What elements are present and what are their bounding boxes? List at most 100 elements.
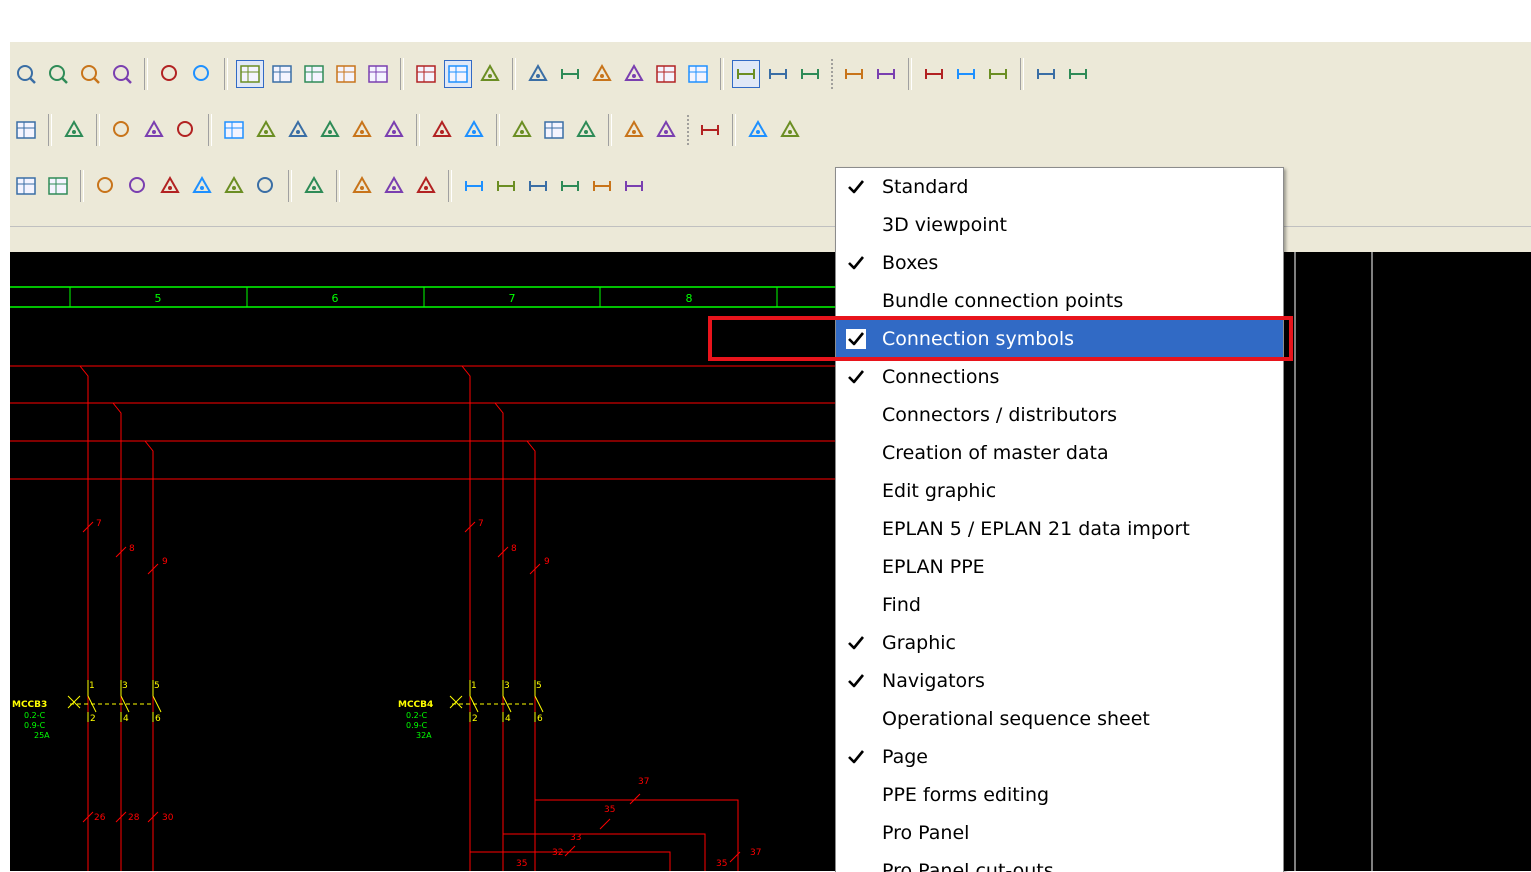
menu-item-edit-graphic[interactable]: Edit graphic xyxy=(836,472,1283,510)
panel-button[interactable] xyxy=(540,116,568,144)
dim-baseline-button[interactable] xyxy=(556,172,584,200)
ellipse-button[interactable] xyxy=(124,172,152,200)
plc-button[interactable] xyxy=(108,116,136,144)
wire-t-button[interactable] xyxy=(920,60,948,88)
grid-e-button[interactable] xyxy=(364,60,392,88)
potential-button[interactable] xyxy=(348,116,376,144)
fill-button[interactable] xyxy=(620,116,648,144)
menu-item-boxes[interactable]: Boxes xyxy=(836,244,1283,282)
grid-d-button[interactable] xyxy=(332,60,360,88)
menu-item-page[interactable]: Page xyxy=(836,738,1283,776)
cart-icon xyxy=(748,119,768,137)
grid-a-button[interactable] xyxy=(236,60,264,88)
menu-item-navigators[interactable]: Navigators xyxy=(836,662,1283,700)
menu-item-connections[interactable]: Connections xyxy=(836,358,1283,396)
dim-linear-button[interactable] xyxy=(460,172,488,200)
arc-button[interactable] xyxy=(156,172,184,200)
wire-angle-button[interactable] xyxy=(952,60,980,88)
pie-button[interactable] xyxy=(220,172,248,200)
field-button[interactable] xyxy=(652,60,680,88)
hatch-button[interactable] xyxy=(572,116,600,144)
tree-button[interactable] xyxy=(588,60,616,88)
move-button[interactable] xyxy=(652,116,680,144)
dim-angle-button[interactable] xyxy=(620,172,648,200)
snap-point-button[interactable] xyxy=(476,60,504,88)
polyline-button[interactable] xyxy=(300,172,328,200)
go-back-icon xyxy=(161,65,177,81)
rectangle-button[interactable] xyxy=(12,172,40,200)
text-button[interactable] xyxy=(348,172,376,200)
wire-button[interactable] xyxy=(840,60,868,88)
cable-button[interactable] xyxy=(284,116,312,144)
menu-item-connectors-distributors[interactable]: Connectors / distributors xyxy=(836,396,1283,434)
input-field-button[interactable] xyxy=(684,60,712,88)
grid-c-button[interactable] xyxy=(300,60,328,88)
snap-grid-button[interactable] xyxy=(444,60,472,88)
arrow-button[interactable] xyxy=(380,116,408,144)
coil-button[interactable] xyxy=(172,116,200,144)
pen-button[interactable] xyxy=(412,172,440,200)
menu-item-graphic[interactable]: Graphic xyxy=(836,624,1283,662)
menu-item-pro-panel-cut-outs[interactable]: Pro Panel cut-outs xyxy=(836,852,1283,872)
lines-button[interactable] xyxy=(732,60,760,88)
dim-aligned-button[interactable] xyxy=(492,172,520,200)
eye-button[interactable] xyxy=(252,172,280,200)
menu-item-operational-sequence-sheet[interactable]: Operational sequence sheet xyxy=(836,700,1283,738)
menu-item-eplan-ppe[interactable]: EPLAN PPE xyxy=(836,548,1283,586)
feeder-left xyxy=(79,365,159,871)
menu-item-standard[interactable]: Standard xyxy=(836,168,1283,206)
bus-button[interactable] xyxy=(428,116,456,144)
grid-show-button[interactable] xyxy=(412,60,440,88)
menu-item-3d-viewpoint[interactable]: 3D viewpoint xyxy=(836,206,1283,244)
menu-item-label: Boxes xyxy=(882,252,939,274)
number-button[interactable] xyxy=(620,60,648,88)
connector-button[interactable] xyxy=(252,116,280,144)
device-button[interactable] xyxy=(60,116,88,144)
dimension-button[interactable] xyxy=(696,116,724,144)
go-forward-button[interactable] xyxy=(188,60,216,88)
macro-button[interactable] xyxy=(12,116,40,144)
breaker-left xyxy=(67,680,162,722)
menu-item-ppe-forms-editing[interactable]: PPE forms editing xyxy=(836,776,1283,814)
zoom-window-button[interactable] xyxy=(12,60,40,88)
wire-break-button[interactable] xyxy=(1064,60,1092,88)
zoom-100-button[interactable] xyxy=(108,60,136,88)
menu-item-connection-symbols[interactable]: Connection symbols xyxy=(836,320,1283,358)
number-icon xyxy=(624,63,644,81)
socket-button[interactable] xyxy=(508,116,536,144)
box-icon xyxy=(48,177,68,195)
toolbar-grip[interactable] xyxy=(686,114,690,146)
wire-node-button[interactable] xyxy=(984,60,1012,88)
dim-chain-button[interactable] xyxy=(524,172,552,200)
circle-button[interactable] xyxy=(92,172,120,200)
box-button[interactable] xyxy=(44,172,72,200)
curve-button[interactable] xyxy=(188,172,216,200)
cart-button[interactable] xyxy=(744,116,772,144)
toolbar-grip[interactable] xyxy=(830,58,834,90)
menu-item-bundle-connection-points[interactable]: Bundle connection points xyxy=(836,282,1283,320)
checkmark-icon xyxy=(845,632,867,654)
lines-2-button[interactable] xyxy=(764,60,792,88)
shield-button[interactable] xyxy=(316,116,344,144)
contact-button[interactable] xyxy=(140,116,168,144)
menu-item-creation-of-master-data[interactable]: Creation of master data xyxy=(836,434,1283,472)
go-back-button[interactable] xyxy=(156,60,184,88)
menu-item-eplan-5-eplan-21-data-import[interactable]: EPLAN 5 / EPLAN 21 data import xyxy=(836,510,1283,548)
menu-item-label: Find xyxy=(882,594,921,616)
zoom-out-button[interactable] xyxy=(76,60,104,88)
terminal-button[interactable] xyxy=(220,116,248,144)
dim-increment-button[interactable] xyxy=(588,172,616,200)
zoom-in-button[interactable] xyxy=(44,60,72,88)
image-button[interactable] xyxy=(380,172,408,200)
wire-cross-button[interactable] xyxy=(872,60,900,88)
menu-item-find[interactable]: Find xyxy=(836,586,1283,624)
menu-item-pro-panel[interactable]: Pro Panel xyxy=(836,814,1283,852)
lines-3-button[interactable] xyxy=(796,60,824,88)
grid-b-button[interactable] xyxy=(268,60,296,88)
magnet-button[interactable] xyxy=(524,60,552,88)
schematic-canvas[interactable]: 5 6 7 8 MCCB3 0.2-C 0.9-C 25A MCCB4 0.2-… xyxy=(10,252,1531,871)
text-image-button[interactable] xyxy=(776,116,804,144)
plug-button[interactable] xyxy=(460,116,488,144)
measure-button[interactable] xyxy=(556,60,584,88)
wire-jump-button[interactable] xyxy=(1032,60,1060,88)
